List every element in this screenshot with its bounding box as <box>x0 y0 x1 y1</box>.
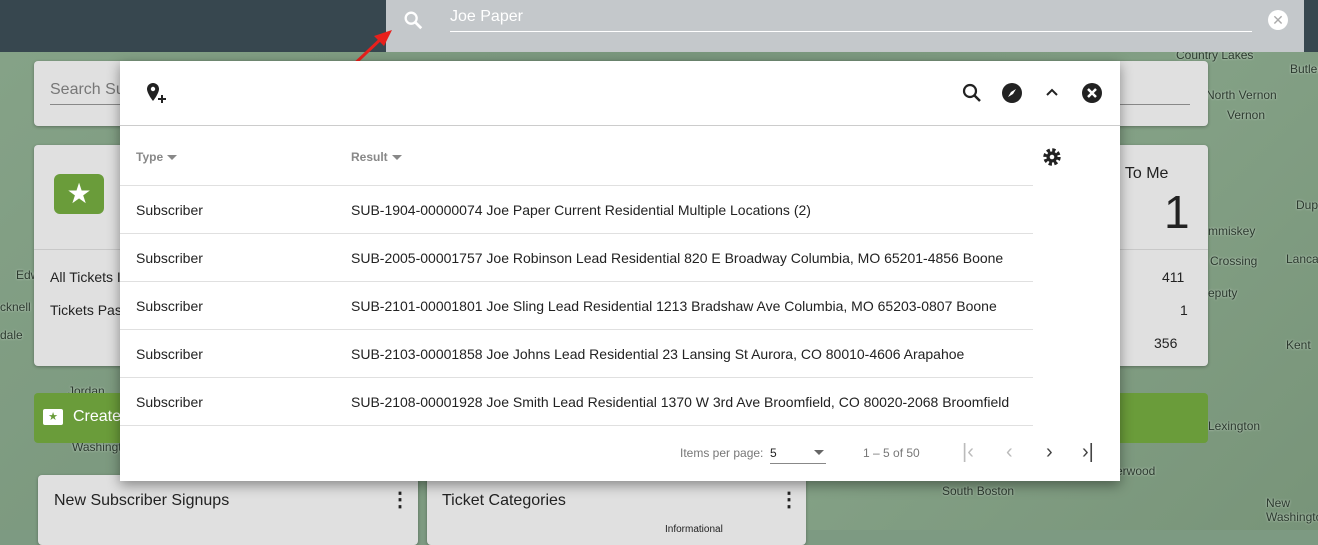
row-result: SUB-1904-00000074 Joe Paper Current Resi… <box>351 202 811 218</box>
column-label: Type <box>136 150 164 164</box>
map-label: erwood <box>1116 464 1156 478</box>
assigned-to-me-count: 1 <box>1164 186 1190 238</box>
map-label: North Vernon <box>1206 88 1277 102</box>
map-label: mmiskey <box>1208 224 1256 238</box>
items-per-page-value: 5 <box>770 446 777 460</box>
ticket-star-icon: ★ <box>54 174 104 214</box>
search-icon[interactable] <box>960 81 984 105</box>
ticket-categories-card: Ticket Categories ⋮ Informational <box>427 475 806 545</box>
more-vert-icon[interactable]: ⋮ <box>779 487 799 512</box>
row-type: Subscriber <box>136 250 203 266</box>
search-results-dialog: Type Result Subscriber SUB-1904-00000074 … <box>120 61 1120 481</box>
items-per-page-select[interactable]: 5 <box>770 444 826 464</box>
map-label: New Washingto <box>1266 496 1318 524</box>
table-row[interactable]: Subscriber SUB-2103-00001858 Joe Johns Le… <box>120 329 1033 377</box>
map-label: Vernon <box>1227 108 1266 122</box>
row-result: SUB-2005-00001757 Joe Robinson Lead Resi… <box>351 250 1004 266</box>
last-page-icon[interactable]: ›| <box>1082 441 1094 464</box>
stat-value: 1 <box>1180 302 1188 318</box>
sort-caret-icon <box>167 155 178 161</box>
chevron-up-icon[interactable] <box>1040 81 1064 105</box>
row-result: SUB-2103-00001858 Joe Johns Lead Residen… <box>351 346 965 362</box>
row-type: Subscriber <box>136 346 203 362</box>
row-result: SUB-2108-00001928 Joe Smith Lead Residen… <box>351 394 1010 410</box>
map-label: Lanca <box>1286 252 1318 266</box>
compass-icon[interactable] <box>1000 81 1024 105</box>
global-search-input[interactable]: Joe Paper <box>450 8 523 26</box>
global-search-bar: Joe Paper ✕ <box>386 0 1304 52</box>
sort-caret-icon <box>391 155 402 161</box>
row-result: SUB-2101-00001801 Joe Sling Lead Residen… <box>351 298 997 314</box>
table-divider <box>120 425 1033 426</box>
table-row[interactable]: Subscriber SUB-2108-00001928 Joe Smith Le… <box>120 377 1033 425</box>
map-label: dale <box>0 328 23 342</box>
card-title: New Subscriber Signups <box>54 492 230 509</box>
map-label: Kent <box>1286 338 1311 352</box>
map-label: cknell <box>0 300 31 314</box>
map-label: Lexington <box>1208 419 1261 433</box>
ticket-icon: ★ <box>43 409 63 425</box>
next-page-icon[interactable]: › <box>1046 441 1053 464</box>
page-range: 1 – 5 of 50 <box>863 446 920 460</box>
search-underline <box>450 31 1252 32</box>
row-type: Subscriber <box>136 202 203 218</box>
card-title: Ticket Categories <box>442 492 566 509</box>
map-label: South Boston <box>942 484 1015 498</box>
column-label: Result <box>351 150 388 164</box>
create-label: Create <box>73 408 122 425</box>
row-type: Subscriber <box>136 394 203 410</box>
add-location-icon[interactable] <box>144 81 168 105</box>
previous-page-icon[interactable]: ‹ <box>1006 441 1013 464</box>
subscriber-search-input[interactable]: Search Su <box>50 81 125 99</box>
map-label: Dup <box>1296 198 1318 212</box>
table-row[interactable]: Subscriber SUB-2005-00001757 Joe Robinson… <box>120 233 1033 281</box>
stat-value: 356 <box>1154 335 1178 351</box>
table-row[interactable]: Subscriber SUB-2101-00001801 Joe Sling Le… <box>120 281 1033 329</box>
column-header-type[interactable]: Type <box>136 150 178 164</box>
stat-value: 411 <box>1162 269 1185 285</box>
new-subscriber-signups-card: New Subscriber Signups ⋮ <box>38 475 418 545</box>
dialog-header <box>120 61 1120 126</box>
map-label: Crossing <box>1210 254 1258 268</box>
gear-icon[interactable] <box>1041 146 1063 168</box>
table-row[interactable]: Subscriber SUB-1904-00000074 Joe Paper Cu… <box>120 185 1033 233</box>
close-icon[interactable] <box>1080 81 1104 105</box>
more-vert-icon[interactable]: ⋮ <box>390 487 410 512</box>
items-per-page-label: Items per page: <box>680 446 764 460</box>
search-icon[interactable] <box>402 9 424 31</box>
dropdown-caret-icon <box>814 450 824 455</box>
map-label: Butler <box>1290 62 1318 76</box>
stat-label: All Tickets I <box>50 269 121 285</box>
stat-label: Tickets Pas <box>50 302 122 318</box>
first-page-icon[interactable]: |‹ <box>962 441 974 464</box>
row-type: Subscriber <box>136 298 203 314</box>
column-header-result[interactable]: Result <box>351 150 402 164</box>
clear-search-icon[interactable]: ✕ <box>1268 10 1288 30</box>
map-label: eputy <box>1208 286 1238 300</box>
